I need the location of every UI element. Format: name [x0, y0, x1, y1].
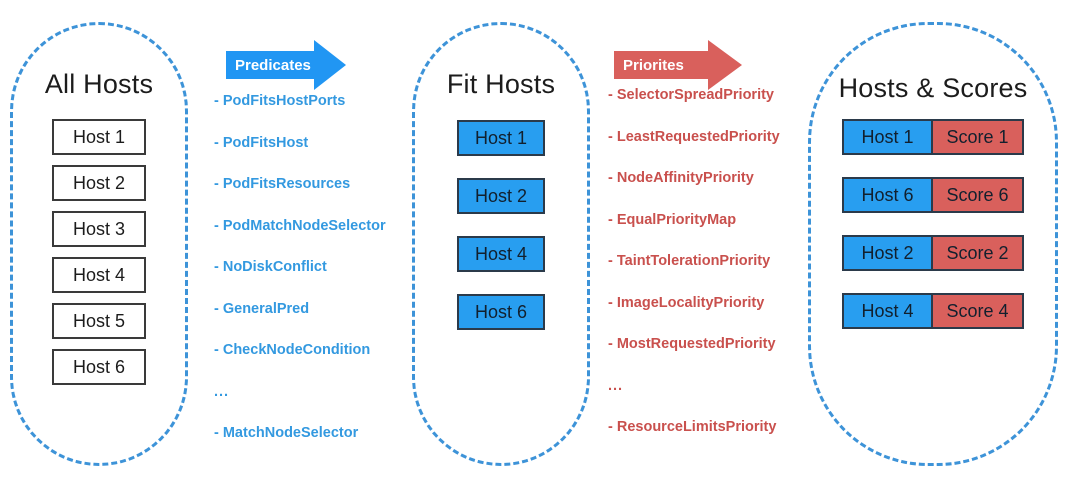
score-cell: Score 1 — [933, 121, 1022, 153]
criteria-item: - PodFitsHostPorts — [214, 93, 346, 109]
host-box: Host 5 — [52, 303, 146, 339]
criteria-item: - TaintTolerationPriority — [608, 253, 771, 269]
host-box: Host 3 — [52, 211, 146, 247]
criteria-item: - ImageLocalityPriority — [608, 294, 765, 311]
fit-host-box: Host 4 — [457, 236, 545, 272]
host-box: Host 6 — [52, 349, 146, 385]
score-cell: Score 4 — [933, 295, 1022, 327]
host-cell: Host 6 — [844, 179, 933, 211]
panel-all-hosts: All Hosts Host 1 Host 2 Host 3 Host 4 Host 5… — [10, 22, 188, 466]
criteria-ellipsis: ... — [214, 383, 230, 400]
score-cell: Score 6 — [933, 179, 1022, 211]
host-score-row: Host 2 Score 2 — [842, 235, 1024, 271]
criteria-item: - NoDiskConflict — [214, 259, 327, 275]
host-box: Host 2 — [52, 165, 146, 201]
priorities-arrow-label: Priorites — [623, 56, 684, 74]
fit-host-box: Host 6 — [457, 294, 545, 330]
panel-hosts-scores: Hosts & Scores Host 1 Score 1 Host 6 Score … — [808, 22, 1058, 466]
panel-hosts-scores-title: Hosts & Scores — [838, 73, 1028, 103]
criteria-ellipsis: ... — [608, 377, 624, 394]
host-cell: Host 4 — [844, 295, 933, 327]
priorities-list: - SelectorSpreadPriority - LeastRequested… — [608, 88, 804, 435]
predicates-arrow-label: Predicates — [235, 56, 311, 74]
panel-all-hosts-title: All Hosts — [44, 69, 154, 99]
criteria-item: - SelectorSpreadPriority — [608, 87, 774, 103]
host-box: Host 1 — [52, 119, 146, 155]
criteria-item: - PodFitsResources — [214, 176, 351, 192]
host-score-row: Host 1 Score 1 — [842, 119, 1024, 155]
score-cell: Score 2 — [933, 237, 1022, 269]
criteria-item: - GeneralPred — [214, 300, 310, 317]
predicates-arrow: Predicates — [226, 40, 346, 90]
all-hosts-list: Host 1 Host 2 Host 3 Host 4 Host 5 Host 6 — [13, 119, 185, 385]
criteria-item: - MostRequestedPriority — [608, 336, 776, 352]
panel-fit-hosts-title: Fit Hosts — [446, 69, 556, 99]
criteria-item: - ResourceLimitsPriority — [608, 419, 777, 435]
criteria-item: - CheckNodeCondition — [214, 342, 371, 358]
fit-hosts-list: Host 1 Host 2 Host 4 Host 6 — [415, 120, 587, 330]
hosts-scores-list: Host 1 Score 1 Host 6 Score 6 Host 2 Score 2H… — [811, 119, 1055, 329]
host-box: Host 4 — [52, 257, 146, 293]
host-score-row: Host 4 Score 4 — [842, 293, 1024, 329]
criteria-item: - LeastRequestedPriority — [608, 128, 780, 145]
criteria-item: - MatchNodeSelector — [214, 425, 359, 441]
criteria-item: - EqualPriorityMap — [608, 211, 737, 228]
host-cell: Host 2 — [844, 237, 933, 269]
criteria-item: - PodMatchNodeSelector — [214, 217, 386, 234]
predicates-list: - PodFitsHostPorts - PodFitsHost - PodFits… — [214, 94, 404, 441]
fit-host-box: Host 1 — [457, 120, 545, 156]
host-score-row: Host 6 Score 6 — [842, 177, 1024, 213]
panel-fit-hosts: Fit Hosts Host 1 Host 2 Host 4 Host 6 — [412, 22, 590, 466]
criteria-item: - NodeAffinityPriority — [608, 170, 754, 186]
priorities-arrow: Priorites — [614, 40, 742, 90]
criteria-item: - PodFitsHost — [214, 134, 309, 151]
fit-host-box: Host 2 — [457, 178, 545, 214]
host-cell: Host 1 — [844, 121, 933, 153]
